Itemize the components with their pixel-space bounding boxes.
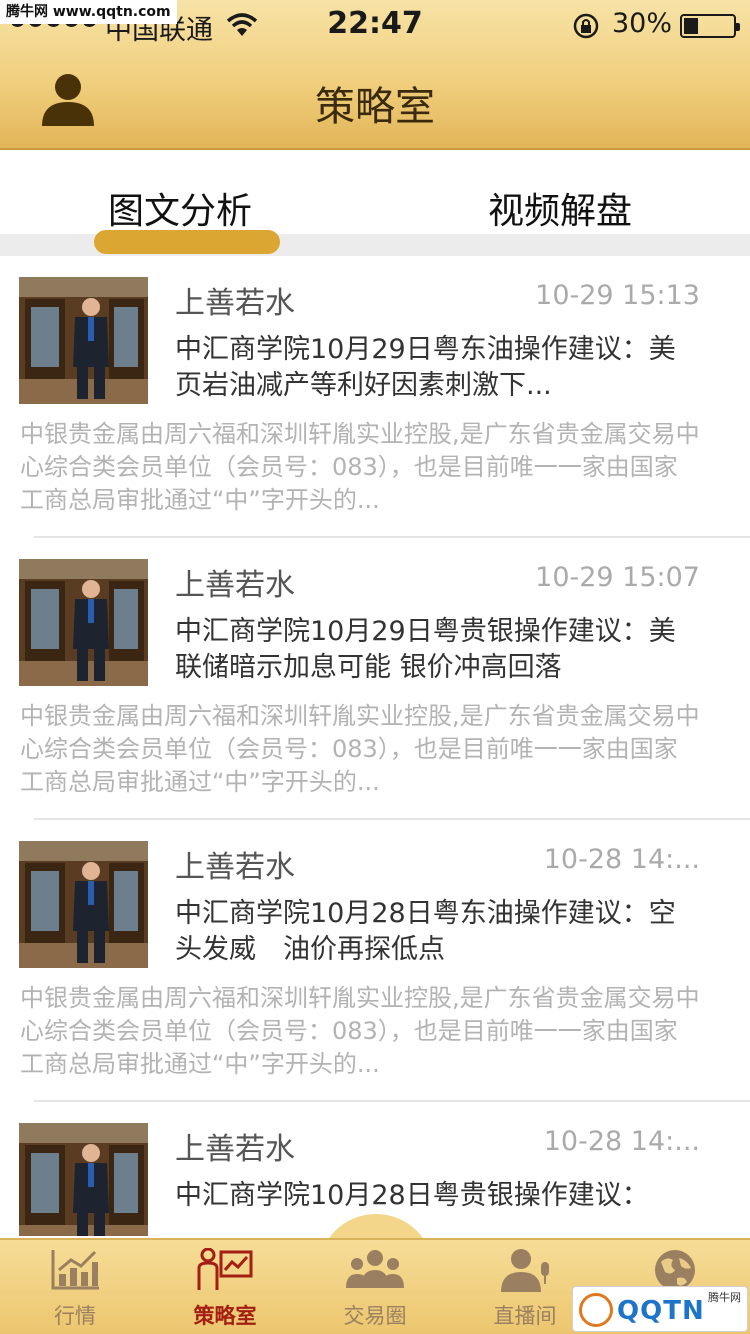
active-tab-indicator [94,230,280,254]
tab-graphic-analysis[interactable]: 图文分析 [108,182,252,234]
page-title: 策略室 [315,84,435,130]
article-author: 上善若水 [175,850,295,885]
tabbar-label: 交易圈 [343,1304,407,1328]
tabbar-item-live-room[interactable]: 直播间 [470,1248,580,1330]
article-time: 10-29 15:13 [535,280,700,311]
article-list[interactable]: 上善若水 10-29 15:13 中汇商学院10月29日粤东油操作建议：美页岩油… [0,256,750,1236]
tab-video-analysis[interactable]: 视频解盘 [488,182,632,234]
presenter-icon [197,1247,253,1290]
author-thumbnail [19,841,148,968]
article-headline[interactable]: 中汇商学院10月29日粤贵银操作建议：美联储暗示加息可能 银价冲高回落 [175,614,700,686]
watermark-site: 腾牛网 [708,1291,741,1304]
author-thumbnail [19,277,148,404]
chart-icon [51,1250,99,1290]
article-author: 上善若水 [175,568,295,603]
tabbar-label: 行情 [54,1304,96,1328]
watermark-brand: QQTN [617,1296,705,1326]
article-time: 10-29 15:07 [535,562,700,593]
watermark-logo-icon [579,1293,613,1327]
article-item[interactable]: 上善若水 10-29 15:13 中汇商学院10月29日粤东油操作建议：美页岩油… [0,256,750,538]
article-author: 上善若水 [175,286,295,321]
battery-percent: 30% [612,8,673,39]
article-author: 上善若水 [175,1132,295,1167]
article-summary: 中银贵金属由周六福和深圳轩胤实业控股,是广东省贵金属交易中心综合类会员单位（会员… [20,702,700,796]
article-headline[interactable]: 中汇商学院10月29日粤东油操作建议：美页岩油减产等利好因素刺激下... [175,332,700,404]
watermark-top: 腾牛网 www.qqtn.com [0,0,177,24]
author-thumbnail [19,1123,148,1236]
tabbar-item-market[interactable]: 行情 [20,1248,130,1330]
article-summary: 中银贵金属由周六福和深圳轩胤实业控股,是广东省贵金属交易中心综合类会员单位（会员… [20,420,700,514]
top-header: 中国联通 22:47 30% 腾牛网 www.qqtn.com 策略室 [0,0,750,150]
broadcaster-icon [501,1249,549,1292]
article-summary: 中银贵金属由周六福和深圳轩胤实业控股,是广东省贵金属交易中心综合类会员单位（会员… [20,984,700,1078]
tabbar-label: 直播间 [493,1304,557,1328]
author-thumbnail [19,559,148,686]
article-time: 10-28 14:... [543,1126,700,1157]
rotation-lock-icon [573,13,599,39]
article-item[interactable]: 上善若水 10-29 15:07 中汇商学院10月29日粤贵银操作建议：美联储暗… [0,538,750,820]
watermark-bottom: QQTN 腾牛网 [572,1286,748,1332]
article-item[interactable]: 上善若水 10-28 14:... 中汇商学院10月28日粤东油操作建议：空头发… [0,820,750,1102]
tabbar-label: 策略室 [193,1304,257,1328]
tabbar-item-strategy[interactable]: 策略室 [170,1247,280,1330]
article-headline[interactable]: 中汇商学院10月28日粤贵银操作建议： [175,1178,700,1236]
battery-fill [684,18,698,34]
group-icon [346,1250,404,1288]
tabbar-item-trading-circle[interactable]: 交易圈 [320,1248,430,1330]
article-headline[interactable]: 中汇商学院10月28日粤东油操作建议：空头发威 油价再探低点 [175,896,700,968]
article-time: 10-28 14:... [543,844,700,875]
battery-icon [680,14,740,38]
